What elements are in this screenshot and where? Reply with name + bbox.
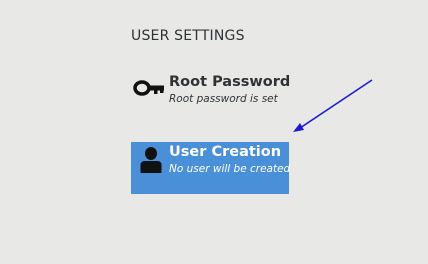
annotation-arrow-icon bbox=[293, 79, 373, 132]
spoke-status: No user will be created bbox=[169, 163, 291, 175]
spoke-root-password[interactable]: Root Password Root password is set bbox=[131, 72, 301, 112]
person-icon bbox=[131, 142, 169, 182]
spoke-name: User Creation bbox=[169, 144, 282, 160]
spoke-status: Root password is set bbox=[169, 93, 278, 105]
key-icon bbox=[131, 72, 169, 112]
spoke-user-creation[interactable]: User Creation No user will be created bbox=[131, 142, 291, 194]
section-title: USER SETTINGS bbox=[131, 28, 245, 44]
spoke-name: Root Password bbox=[169, 74, 291, 90]
